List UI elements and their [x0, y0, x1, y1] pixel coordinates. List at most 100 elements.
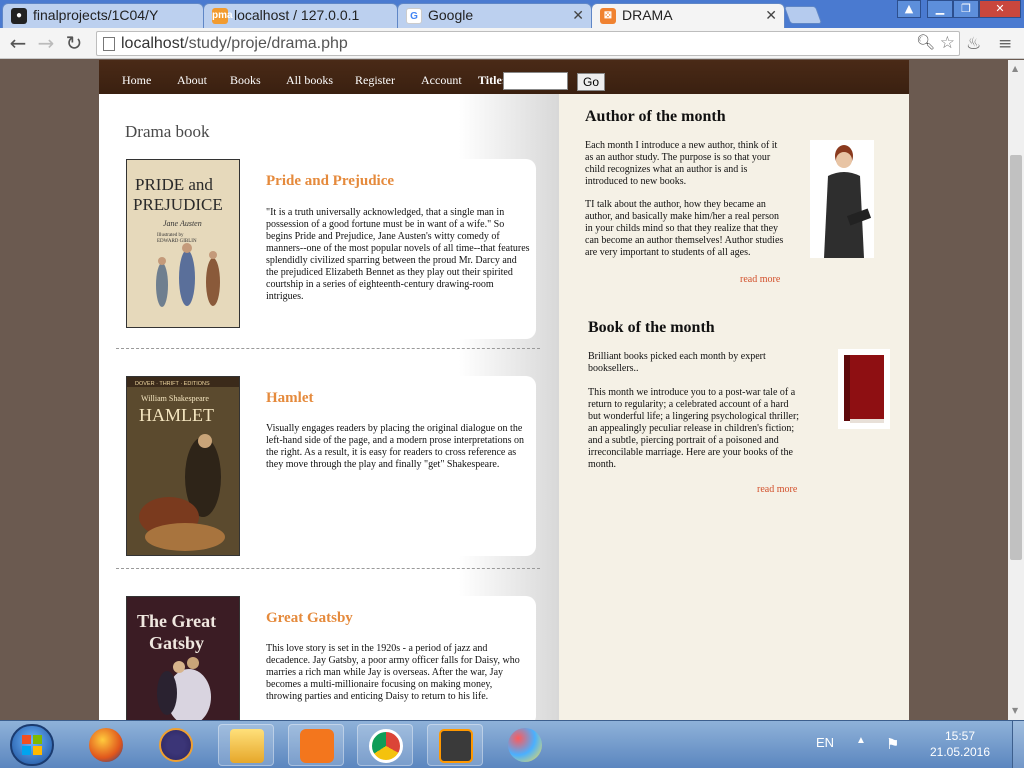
xampp-icon: ⊠ [600, 8, 616, 24]
tab-label: Google [428, 7, 474, 23]
clock-time: 15:57 [944, 729, 976, 743]
address-bar[interactable]: localhost/study/proje/drama.php 🔍︎ ☆ [96, 31, 960, 56]
close-tab-icon[interactable]: ✕ [765, 7, 777, 24]
tab-github[interactable]: ● finalprojects/1C04/Y [2, 3, 204, 28]
extension-icon[interactable]: ♨ [966, 34, 981, 54]
section-title: Drama book [125, 122, 210, 141]
scrollbar-thumb[interactable] [1010, 155, 1022, 560]
cover-series: DOVER · THRIFT · EDITIONS [135, 381, 210, 387]
paint-icon[interactable] [497, 724, 553, 766]
minimize-button[interactable]: ▁ [927, 0, 953, 18]
nav-home[interactable]: Home [122, 73, 151, 88]
book-title[interactable]: Pride and Prejudice [266, 173, 394, 190]
page-scrollbar[interactable]: ▲ ▼ [1008, 60, 1024, 720]
cover-title-line: The Great [137, 611, 216, 631]
tab-phpmyadmin[interactable]: pma localhost / 127.0.0.1 [203, 3, 398, 28]
book-cover-image[interactable]: PRIDE and PREJUDICE Jane Austen Illustra… [126, 159, 240, 328]
title-search-input[interactable] [503, 72, 568, 90]
url-host: localhost [121, 35, 185, 52]
google-icon: G [406, 8, 422, 24]
cover-title-line: HAMLET [139, 405, 214, 425]
cover-art: The Great Gatsby [127, 597, 239, 720]
author-of-month-heading: Author of the month [585, 108, 726, 125]
bookmark-star-icon[interactable]: ☆ [940, 33, 955, 53]
user-icon[interactable]: ▲ [897, 0, 921, 18]
tray-expand-icon[interactable]: ▲ [856, 735, 866, 746]
show-desktop-button[interactable] [1012, 721, 1024, 768]
author-read-more-link[interactable]: read more [740, 274, 780, 285]
github-icon: ● [11, 8, 27, 24]
tab-label: localhost / 127.0.0.1 [234, 7, 360, 23]
cover-author: Jane Austen [163, 219, 202, 228]
new-tab-button[interactable] [783, 6, 823, 24]
tab-drama[interactable]: ⊠ DRAMA ✕ [591, 3, 785, 28]
start-button[interactable] [10, 724, 54, 766]
site-navbar: Home About Books All books Register Acco… [99, 60, 909, 94]
url-path: /study/proje/drama.php [184, 35, 348, 52]
book-title[interactable]: Hamlet [266, 390, 313, 407]
main-content: Drama book PRIDE and PREJUDICE Jane Aust… [99, 94, 559, 720]
windows-logo-icon [22, 735, 42, 755]
red-book-icon [844, 355, 884, 423]
tab-strip: ● finalprojects/1C04/Y pma localhost / 1… [0, 0, 1024, 28]
book-title[interactable]: Great Gatsby [266, 610, 353, 627]
go-button[interactable]: Go [577, 73, 605, 91]
chrome-icon[interactable] [357, 724, 413, 766]
nav-books[interactable]: Books [230, 73, 261, 88]
cover-illustrator: EDWARD GIBLIN [157, 239, 197, 244]
menu-icon[interactable]: ≡ [998, 34, 1012, 54]
xampp-icon[interactable] [288, 724, 344, 766]
nav-register[interactable]: Register [355, 73, 395, 88]
cover-illustrator: Illustrated by [157, 233, 184, 238]
page-icon [103, 37, 115, 51]
book-cover-image[interactable]: The Great Gatsby [126, 596, 240, 720]
language-indicator[interactable]: EN [816, 735, 834, 750]
windows-taskbar: EN ▲ ⚑ 15:57 21.05.2016 [0, 720, 1024, 768]
eclipse-icon[interactable] [148, 724, 204, 766]
nav-account[interactable]: Account [421, 73, 462, 88]
book-of-month-text: Brilliant books picked each month by exp… [588, 351, 766, 374]
book-description: "It is a truth universally acknowledged,… [266, 207, 530, 302]
back-icon[interactable]: ← [6, 32, 30, 54]
close-tab-icon[interactable]: ✕ [572, 7, 584, 24]
cover-title-line: PRIDE and [135, 175, 213, 194]
tab-label: DRAMA [622, 7, 673, 23]
tab-label: finalprojects/1C04/Y [33, 7, 159, 23]
book-description: Visually engages readers by placing the … [266, 423, 524, 470]
author-text: TI talk about the author, how they becam… [585, 199, 784, 258]
author-text: Each month I introduce a new author, thi… [585, 140, 778, 187]
page-viewport: Home About Books All books Register Acco… [0, 60, 1008, 720]
divider [116, 568, 540, 569]
book-of-month-text: This month we introduce you to a post-wa… [588, 387, 800, 470]
cover-art: PRIDE and PREJUDICE Jane Austen Illustra… [127, 160, 239, 327]
firefox-icon[interactable] [78, 724, 134, 766]
cover-title-line: Gatsby [149, 633, 204, 653]
cover-author: William Shakespeare [141, 394, 209, 403]
book-read-more-link[interactable]: read more [757, 484, 797, 495]
reload-icon[interactable]: ↻ [62, 32, 86, 54]
site-container: Home About Books All books Register Acco… [99, 60, 909, 720]
clock-date: 21.05.2016 [929, 745, 991, 759]
sublime-icon[interactable] [427, 724, 483, 766]
close-window-button[interactable]: ✕ [979, 0, 1021, 18]
taskbar-clock[interactable]: 15:57 21.05.2016 [920, 728, 1000, 760]
book-item: The Great Gatsby Great Gatsby This love … [126, 596, 536, 720]
book-item: DOVER · THRIFT · EDITIONS William Shakes… [126, 376, 536, 556]
sidebar: Author of the month Each month I introdu… [559, 94, 909, 720]
tab-google[interactable]: G Google ✕ [397, 3, 592, 28]
divider [116, 348, 540, 349]
title-label: Title: [478, 73, 506, 87]
scroll-up-icon[interactable]: ▲ [1012, 64, 1018, 73]
maximize-button[interactable]: ❐ [953, 0, 979, 18]
zoom-icon[interactable]: 🔍︎ [916, 33, 935, 51]
book-cover-image[interactable]: DOVER · THRIFT · EDITIONS William Shakes… [126, 376, 240, 556]
action-center-flag-icon[interactable]: ⚑ [886, 735, 899, 753]
forward-icon[interactable]: → [34, 32, 58, 54]
scroll-down-icon[interactable]: ▼ [1012, 706, 1018, 715]
nav-about[interactable]: About [177, 73, 207, 88]
nav-all-books[interactable]: All books [286, 73, 333, 88]
cover-title-line: PREJUDICE [133, 195, 223, 214]
explorer-icon[interactable] [218, 724, 274, 766]
book-of-month-image [838, 349, 890, 429]
book-description: This love story is set in the 1920s - a … [266, 643, 520, 702]
